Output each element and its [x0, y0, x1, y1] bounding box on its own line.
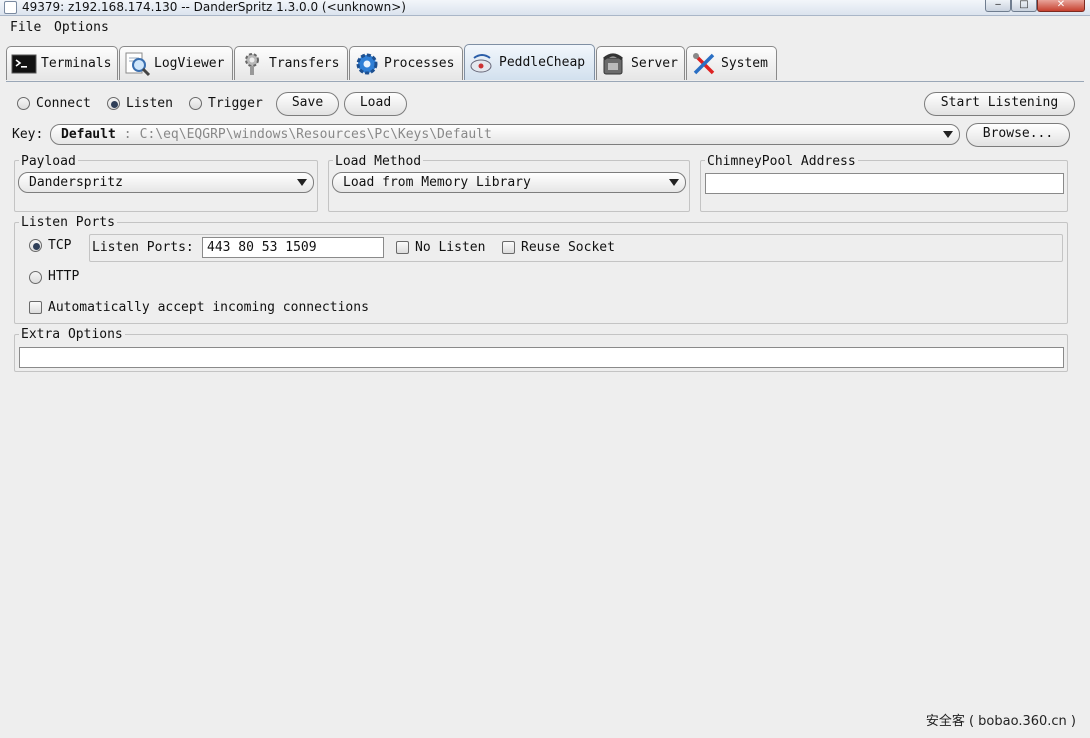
no-listen-checkbox[interactable]: [396, 241, 409, 254]
key-separator: :: [123, 127, 132, 142]
reuse-socket-label: Reuse Socket: [521, 240, 615, 255]
radio-tcp[interactable]: [29, 239, 42, 252]
transfer-gear-icon: [245, 52, 259, 75]
tab-strip-border: [6, 81, 1084, 82]
menu-bar: File Options: [0, 18, 1090, 40]
radio-connect[interactable]: [17, 97, 30, 110]
save-button[interactable]: Save: [276, 92, 339, 116]
extra-options-input[interactable]: [19, 347, 1064, 368]
load-method-select[interactable]: Load from Memory Library: [332, 172, 686, 193]
trigger-label: Trigger: [208, 96, 263, 111]
gears-icon: [356, 53, 378, 74]
maximize-button[interactable]: □: [1011, 0, 1037, 12]
main-tabs: Terminals LogViewer Transfers Processes: [6, 44, 1086, 82]
chevron-down-icon: [669, 179, 679, 186]
magnifier-log-icon: [125, 52, 151, 76]
radio-listen[interactable]: [107, 97, 120, 110]
chimneypool-legend: ChimneyPool Address: [705, 154, 858, 169]
http-label: HTTP: [48, 269, 80, 284]
auto-accept-checkbox[interactable]: [29, 301, 42, 314]
chevron-down-icon: [297, 179, 307, 186]
tab-label: Transfers: [269, 56, 340, 71]
title-bar: 49379: z192.168.174.130 -- DanderSpritz …: [0, 0, 1090, 16]
payload-select[interactable]: Danderspritz: [18, 172, 314, 193]
no-listen-label: No Listen: [415, 240, 486, 255]
tab-label: Terminals: [41, 56, 112, 71]
tab-peddlecheap[interactable]: PeddleCheap: [464, 44, 595, 80]
key-name: Default: [61, 127, 116, 142]
tab-server[interactable]: Server: [596, 46, 685, 80]
listen-ports-legend: Listen Ports: [19, 215, 117, 230]
tools-icon: [693, 52, 715, 74]
key-path: C:\eq\EQGRP\windows\Resources\Pc\Keys\De…: [139, 127, 492, 142]
tab-label: PeddleCheap: [499, 55, 586, 70]
tab-label: Server: [631, 56, 678, 71]
tab-label: Processes: [384, 56, 455, 71]
tcp-label: TCP: [48, 238, 72, 253]
payload-legend: Payload: [19, 154, 78, 169]
tab-system[interactable]: System: [686, 46, 777, 80]
listen-ports-input[interactable]: 443 80 53 1509: [202, 237, 384, 258]
radio-trigger[interactable]: [189, 97, 202, 110]
tab-label: LogViewer: [154, 56, 225, 71]
tab-label: System: [721, 56, 768, 71]
key-select[interactable]: Default : C:\eq\EQGRP\windows\Resources\…: [50, 124, 960, 145]
minimize-button[interactable]: ‒: [985, 0, 1011, 12]
start-listening-button[interactable]: Start Listening: [924, 92, 1075, 116]
terminal-icon: [11, 54, 37, 73]
chevron-down-icon: [943, 131, 953, 138]
load-method-value: Load from Memory Library: [343, 175, 531, 190]
listen-ports-field-label: Listen Ports:: [92, 240, 194, 255]
tab-terminals[interactable]: Terminals: [6, 46, 118, 80]
load-button[interactable]: Load: [344, 92, 407, 116]
reuse-socket-checkbox[interactable]: [502, 241, 515, 254]
tab-processes[interactable]: Processes: [349, 46, 463, 80]
load-method-legend: Load Method: [333, 154, 424, 169]
key-label: Key:: [12, 127, 44, 142]
close-button[interactable]: ✕: [1037, 0, 1085, 12]
tab-transfers[interactable]: Transfers: [234, 46, 348, 80]
watermark: 安全客 ( bobao.360.cn ): [925, 714, 1076, 729]
payload-value: Danderspritz: [29, 175, 123, 190]
extra-options-legend: Extra Options: [19, 327, 125, 342]
radio-http[interactable]: [29, 271, 42, 284]
peddlecheap-icon: [470, 53, 492, 72]
chimneypool-address-input[interactable]: [705, 173, 1064, 194]
window-title: 49379: z192.168.174.130 -- DanderSpritz …: [22, 0, 406, 14]
menu-file[interactable]: File: [10, 20, 41, 35]
tab-logviewer[interactable]: LogViewer: [119, 46, 233, 80]
auto-accept-label: Automatically accept incoming connection…: [48, 300, 369, 315]
browse-button[interactable]: Browse...: [966, 123, 1070, 147]
listen-label: Listen: [126, 96, 173, 111]
menu-options[interactable]: Options: [54, 20, 109, 35]
connect-label: Connect: [36, 96, 91, 111]
java-app-icon: [4, 1, 17, 14]
phone-icon: [603, 53, 623, 74]
